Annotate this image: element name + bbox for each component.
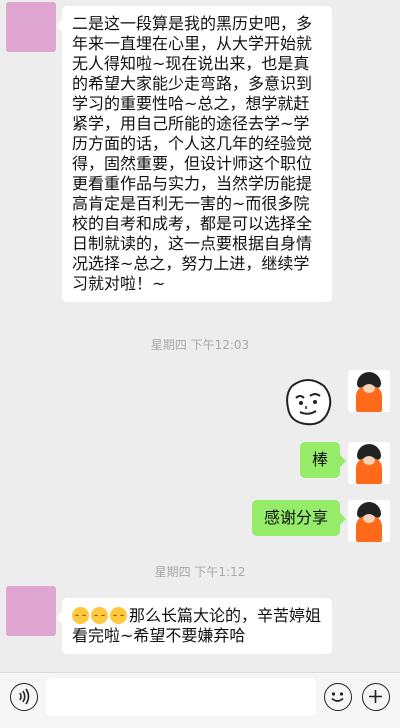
- input-bar: [0, 672, 400, 728]
- doodle-face-sticker[interactable]: [282, 376, 334, 428]
- sticker-image: [286, 379, 332, 426]
- timestamp: 星期四 下午12:03: [150, 338, 250, 352]
- smiling-emoji-icon: [110, 607, 127, 624]
- message-text: 感谢分享: [263, 508, 328, 527]
- emoji-icon: [331, 692, 344, 702]
- avatar-self[interactable]: [348, 370, 390, 412]
- message-bubble-left[interactable]: 那么长篇大论的，辛苦婷姐看完啦~希望不要嫌弃哈: [56, 598, 332, 654]
- message-bubble-right[interactable]: 棒: [299, 442, 347, 478]
- avatar-other[interactable]: [6, 2, 56, 52]
- emoji-button[interactable]: [324, 683, 352, 711]
- timestamp: 星期四 下午1:12: [154, 565, 246, 579]
- smiling-emoji-icon: [91, 607, 108, 624]
- avatar-self[interactable]: [348, 500, 390, 542]
- message-bubble-left[interactable]: 二是这一段算是我的黑历史吧，多年来一直埋在心里，从大学开始就无人得知啦~现在说出…: [56, 6, 332, 302]
- avatar-face-shape: [363, 456, 375, 465]
- message-text: 二是这一段算是我的黑历史吧，多年来一直埋在心里，从大学开始就无人得知啦~现在说出…: [72, 14, 313, 293]
- message-text: 棒: [311, 450, 328, 469]
- plus-button[interactable]: [362, 683, 390, 711]
- message-text: 那么长篇大论的，辛苦婷姐看完啦~希望不要嫌弃哈: [72, 606, 322, 645]
- plus-icon: [369, 690, 382, 703]
- avatar-face-shape: [363, 514, 375, 523]
- chat-area[interactable]: 二是这一段算是我的黑历史吧，多年来一直埋在心里，从大学开始就无人得知啦~现在说出…: [0, 0, 400, 672]
- voice-button[interactable]: [10, 683, 38, 711]
- smiling-emoji-icon: [72, 607, 89, 624]
- avatar-self[interactable]: [348, 442, 390, 484]
- voice-icon: [19, 688, 30, 705]
- avatar-face-shape: [363, 384, 375, 393]
- message-bubble-right[interactable]: 感谢分享: [251, 500, 347, 536]
- message-input[interactable]: [46, 678, 316, 716]
- avatar-other[interactable]: [6, 586, 56, 636]
